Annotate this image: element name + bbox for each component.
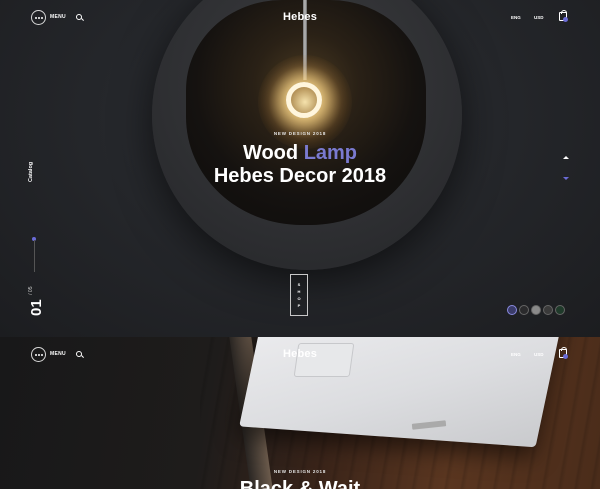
cart-badge — [563, 354, 568, 359]
slide-current: 01 — [28, 299, 45, 316]
dot — [37, 353, 40, 356]
logo[interactable]: Hebes — [283, 348, 317, 360]
bulb-image — [286, 82, 322, 118]
shop-button[interactable]: S H O P — [290, 274, 308, 316]
currency-selector[interactable]: USD — [534, 15, 544, 20]
dot — [40, 353, 43, 356]
shop-letter: S — [297, 281, 301, 287]
hero-section-laptop: MENU Hebes ENG USD — [0, 337, 600, 489]
menu-button[interactable] — [31, 10, 46, 25]
hero2-eyebrow-wrap: NEW DESIGN 2018 — [0, 469, 600, 474]
search-icon[interactable] — [76, 14, 82, 20]
hero-heading: NEW DESIGN 2018 Wood Lamp Hebes Decor 20… — [0, 131, 600, 188]
dot — [37, 16, 40, 19]
hero-section-lamp: MENU Hebes ENG USD NEW DESIGN 2018 Wood … — [0, 0, 600, 337]
hero2-eyebrow: NEW DESIGN 2018 — [273, 469, 327, 474]
language-selector[interactable]: ENG — [511, 352, 521, 357]
top-navbar: MENU Hebes ENG USD — [0, 337, 600, 373]
slide-thumbnail[interactable] — [543, 305, 553, 315]
currency-selector[interactable]: USD — [534, 352, 544, 357]
cart-badge — [563, 17, 568, 22]
slide-thumbnail[interactable] — [531, 305, 541, 315]
shop-letter: H — [297, 288, 301, 294]
progress-line — [34, 240, 35, 272]
dot — [40, 16, 43, 19]
slide-thumbnail[interactable] — [555, 305, 565, 315]
shop-letter: O — [297, 295, 301, 301]
menu-button[interactable] — [31, 347, 46, 362]
menu-label[interactable]: MENU — [50, 14, 66, 20]
hero-title-line2: Hebes Decor 2018 — [213, 165, 387, 187]
arrow-down-icon[interactable] — [563, 177, 569, 180]
shop-letter: P — [297, 302, 301, 308]
hero-title-word: Wood — [242, 142, 299, 164]
hero2-title: Black & Wait — [239, 478, 361, 489]
slide-thumbnail[interactable] — [507, 305, 517, 315]
slide-total: / 05 — [28, 286, 34, 295]
slide-thumbnail[interactable] — [519, 305, 529, 315]
logo[interactable]: Hebes — [283, 11, 317, 23]
slide-counter: 01 / 05 — [28, 287, 46, 316]
menu-label[interactable]: MENU — [50, 351, 66, 357]
arrow-up-icon[interactable] — [563, 156, 569, 159]
dot — [34, 353, 37, 356]
hero-eyebrow: NEW DESIGN 2018 — [273, 131, 327, 136]
dot — [34, 16, 37, 19]
hero-title: Wood Lamp — [0, 142, 600, 165]
search-icon[interactable] — [76, 351, 82, 357]
catalog-link[interactable]: Catalog — [28, 162, 34, 182]
hero-title-accent: Lamp — [303, 142, 358, 164]
language-selector[interactable]: ENG — [511, 15, 521, 20]
top-navbar: MENU Hebes ENG USD — [0, 0, 600, 36]
slide-thumbnails — [507, 305, 565, 315]
